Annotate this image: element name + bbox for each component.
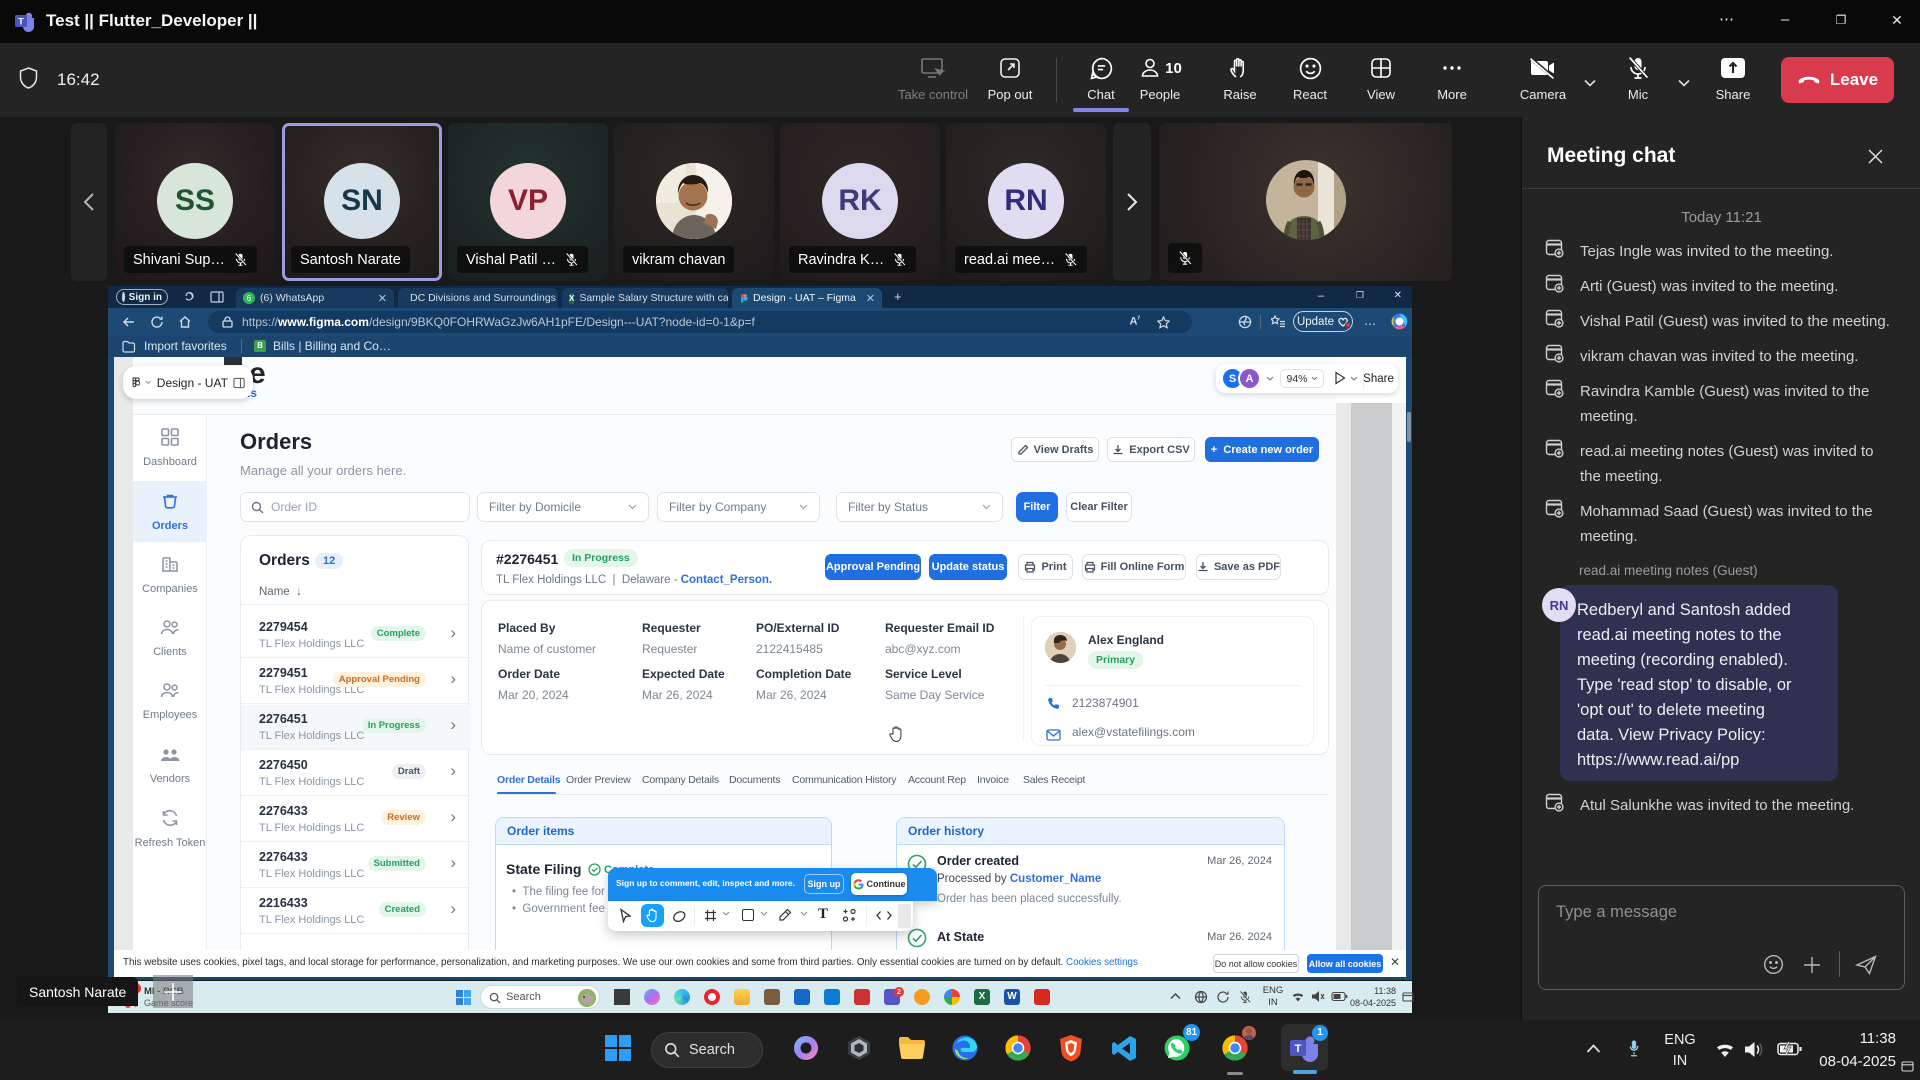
svg-text:T: T [18, 17, 24, 27]
svg-text:T: T [1295, 1043, 1302, 1055]
